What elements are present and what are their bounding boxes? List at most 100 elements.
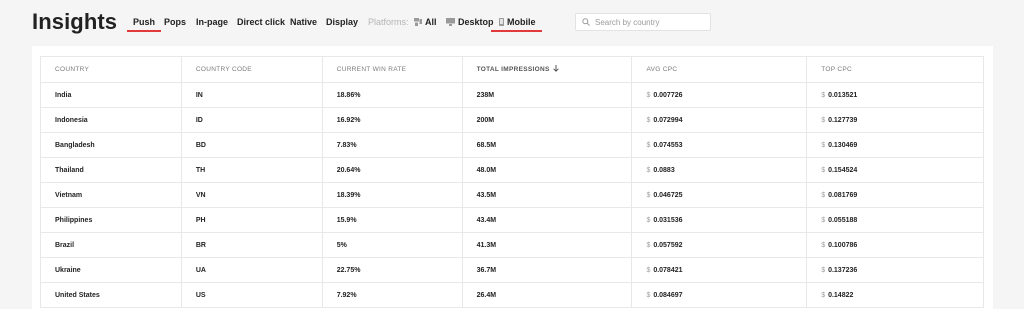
- currency-symbol: $: [646, 166, 651, 174]
- currency-symbol: $: [821, 291, 826, 299]
- cell-country-code: US: [181, 282, 323, 308]
- cell-top-cpc: $ 0.081769: [806, 182, 984, 208]
- cell-country: Philippines: [40, 207, 182, 233]
- cell-avg-cpc-value: 0.046725: [653, 191, 683, 199]
- cell-impressions: 43.5M: [462, 182, 633, 208]
- currency-symbol: $: [821, 216, 826, 224]
- currency-symbol: $: [821, 91, 826, 99]
- cell-avg-cpc: $ 0.057592: [631, 232, 808, 258]
- cell-country-code: BR: [181, 232, 323, 258]
- tab-display[interactable]: Display: [326, 17, 358, 27]
- platform-all-label: All: [425, 17, 437, 27]
- currency-symbol: $: [646, 116, 651, 124]
- currency-symbol: $: [646, 141, 651, 149]
- cell-top-cpc-value: 0.100786: [828, 241, 858, 249]
- cell-avg-cpc: $ 0.074553: [631, 132, 808, 158]
- cell-country: India: [40, 82, 182, 108]
- currency-symbol: $: [646, 216, 651, 224]
- table-row: Philippines PH 15.9% 43.4M $ 0.031536 $ 0.055…: [40, 207, 984, 233]
- cell-top-cpc-value: 0.14822: [828, 291, 854, 299]
- all-platforms-icon: [414, 18, 422, 26]
- cell-win-rate: 7.83%: [322, 132, 463, 158]
- cell-avg-cpc-value: 0.078421: [653, 266, 683, 274]
- cell-impressions: 200M: [462, 107, 633, 133]
- cell-top-cpc-value: 0.013521: [828, 91, 858, 99]
- cell-win-rate: 18.39%: [322, 182, 463, 208]
- cell-avg-cpc-value: 0.074553: [653, 141, 683, 149]
- cell-impressions: 26.4M: [462, 282, 633, 308]
- cell-avg-cpc-value: 0.057592: [653, 241, 683, 249]
- currency-symbol: $: [821, 166, 826, 174]
- cell-top-cpc-value: 0.137236: [828, 266, 858, 274]
- cell-top-cpc: $ 0.013521: [806, 82, 984, 108]
- desktop-icon: [446, 18, 455, 26]
- table-row: Thailand TH 20.64% 48.0M $ 0.0883 $ 0.154524: [40, 157, 984, 183]
- currency-symbol: $: [821, 266, 826, 274]
- column-header-impressions-label: TOTAL IMPRESSIONS: [476, 66, 550, 74]
- platforms-label: Platforms:: [368, 17, 409, 27]
- cell-country-code: VN: [181, 182, 323, 208]
- cell-impressions: 68.5M: [462, 132, 633, 158]
- currency-symbol: $: [646, 291, 651, 299]
- cell-avg-cpc-value: 0.031536: [653, 216, 683, 224]
- column-header-country[interactable]: COUNTRY: [40, 56, 182, 83]
- search-box: [575, 13, 711, 31]
- platform-all[interactable]: All: [414, 17, 437, 27]
- cell-top-cpc-value: 0.055188: [828, 216, 858, 224]
- header: Insights Push Pops In-page Direct click …: [0, 0, 1024, 44]
- cell-win-rate: 15.9%: [322, 207, 463, 233]
- column-header-avg-cpc[interactable]: AVG CPC: [631, 56, 808, 83]
- cell-country-code: BD: [181, 132, 323, 158]
- currency-symbol: $: [821, 141, 826, 149]
- cell-win-rate: 18.86%: [322, 82, 463, 108]
- currency-symbol: $: [646, 241, 651, 249]
- currency-symbol: $: [821, 116, 826, 124]
- cell-top-cpc-value: 0.154524: [828, 166, 858, 174]
- column-header-impressions[interactable]: TOTAL IMPRESSIONS: [462, 56, 633, 83]
- mobile-icon: [499, 18, 504, 26]
- cell-country-code: PH: [181, 207, 323, 233]
- cell-avg-cpc: $ 0.084697: [631, 282, 808, 308]
- search-input[interactable]: [595, 17, 705, 27]
- cell-avg-cpc: $ 0.031536: [631, 207, 808, 233]
- table-row: United States US 7.92% 26.4M $ 0.084697 $ 0.1…: [40, 282, 984, 308]
- cell-country-code: ID: [181, 107, 323, 133]
- column-header-top-cpc[interactable]: TOP CPC: [806, 56, 984, 83]
- cell-impressions: 238M: [462, 82, 633, 108]
- column-header-win-rate[interactable]: CURRENT WIN RATE: [322, 56, 463, 83]
- platform-mobile[interactable]: Mobile: [491, 17, 541, 32]
- cell-country: Ukraine: [40, 257, 182, 283]
- cell-impressions: 36.7M: [462, 257, 633, 283]
- cell-avg-cpc: $ 0.078421: [631, 257, 808, 283]
- tab-push[interactable]: Push: [126, 17, 162, 32]
- cell-avg-cpc: $ 0.0883: [631, 157, 808, 183]
- table-row: Indonesia ID 16.92% 200M $ 0.072994 $ 0.12773…: [40, 107, 984, 133]
- cell-avg-cpc-value: 0.084697: [653, 291, 683, 299]
- platform-desktop[interactable]: Desktop: [446, 17, 494, 27]
- cell-top-cpc: $ 0.130469: [806, 132, 984, 158]
- column-header-country-code[interactable]: COUNTRY CODE: [181, 56, 323, 83]
- cell-top-cpc-value: 0.130469: [828, 141, 858, 149]
- sort-descending-icon: [552, 65, 559, 74]
- platform-desktop-label: Desktop: [458, 17, 494, 27]
- cell-win-rate: 22.75%: [322, 257, 463, 283]
- cell-country: Vietnam: [40, 182, 182, 208]
- cell-top-cpc: $ 0.055188: [806, 207, 984, 233]
- cell-avg-cpc: $ 0.046725: [631, 182, 808, 208]
- cell-country-code: UA: [181, 257, 323, 283]
- cell-avg-cpc: $ 0.007726: [631, 82, 808, 108]
- currency-symbol: $: [646, 191, 651, 199]
- tab-pops[interactable]: Pops: [164, 17, 186, 27]
- cell-top-cpc: $ 0.127739: [806, 107, 984, 133]
- tab-in-page[interactable]: In-page: [196, 17, 228, 27]
- cell-win-rate: 5%: [322, 232, 463, 258]
- tab-native[interactable]: Native: [290, 17, 317, 27]
- tab-direct-click[interactable]: Direct click: [237, 17, 285, 27]
- cell-top-cpc: $ 0.154524: [806, 157, 984, 183]
- cell-top-cpc: $ 0.100786: [806, 232, 984, 258]
- page-title: Insights: [32, 9, 118, 34]
- cell-country-code: IN: [181, 82, 323, 108]
- search-icon: [582, 13, 590, 31]
- table-row: Vietnam VN 18.39% 43.5M $ 0.046725 $ 0.081769: [40, 182, 984, 208]
- cell-country: Thailand: [40, 157, 182, 183]
